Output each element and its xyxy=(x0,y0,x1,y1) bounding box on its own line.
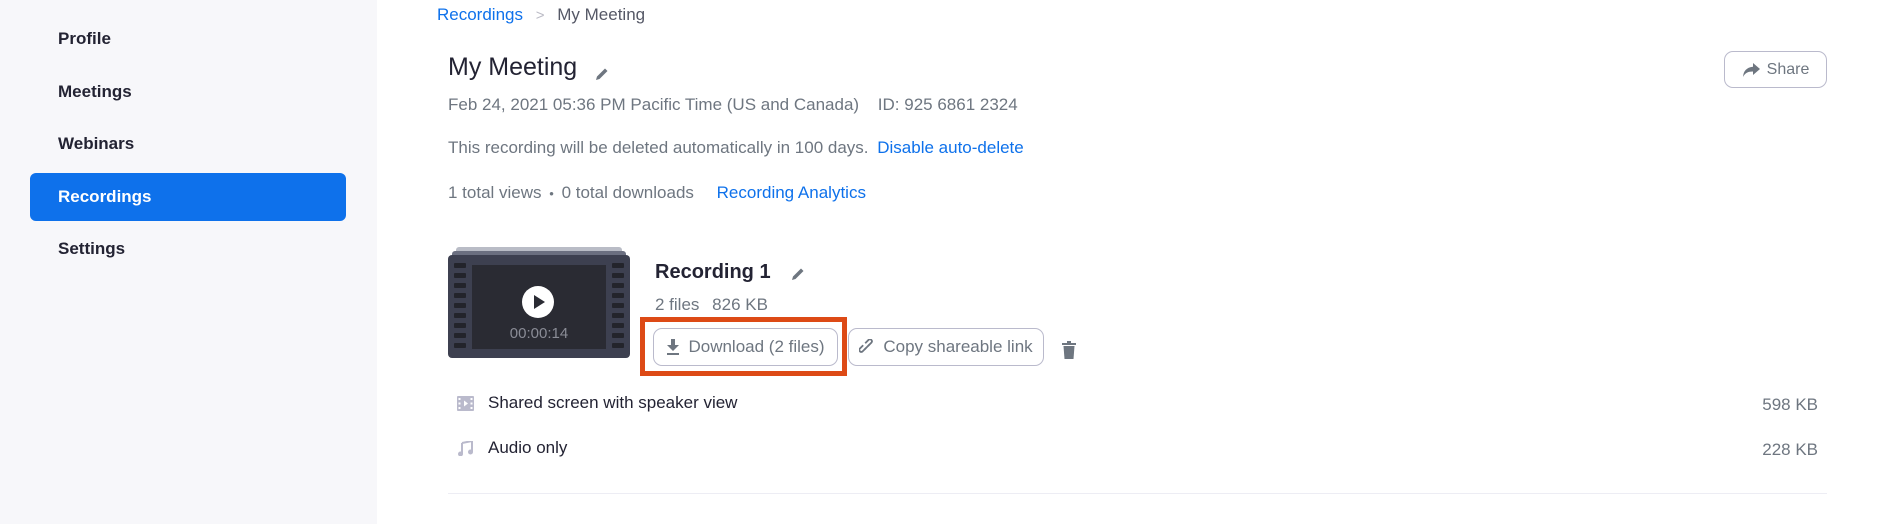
recording-file-count: 2 files xyxy=(655,295,700,314)
stats-bullet: • xyxy=(549,186,554,201)
share-icon xyxy=(1742,62,1760,77)
auto-delete-notice: This recording will be deleted automatic… xyxy=(448,138,1024,158)
sidebar: Profile Meetings Webinars Recordings Set… xyxy=(0,0,377,524)
sidebar-item-recordings[interactable]: Recordings xyxy=(30,173,346,221)
copy-link-label: Copy shareable link xyxy=(883,337,1033,356)
meeting-datetime: Feb 24, 2021 05:36 PM Pacific Time (US a… xyxy=(448,95,860,114)
sidebar-item-settings[interactable]: Settings xyxy=(30,225,346,273)
recording-title: Recording 1 xyxy=(655,261,771,283)
divider xyxy=(448,493,1827,494)
downloads-count: 0 total downloads xyxy=(561,183,694,202)
meeting-meta: Feb 24, 2021 05:36 PM Pacific Time (US a… xyxy=(448,95,1018,115)
file-name[interactable]: Shared screen with speaker view xyxy=(488,393,737,413)
meeting-id: ID: 925 6861 2324 xyxy=(877,95,1018,114)
recording-thumbnail[interactable]: 00:00:14 xyxy=(448,247,630,358)
auto-delete-text: This recording will be deleted automatic… xyxy=(448,138,869,157)
breadcrumb-current: My Meeting xyxy=(557,5,646,24)
file-row[interactable]: Audio only 228 KB xyxy=(457,434,1827,464)
breadcrumb: Recordings > My Meeting xyxy=(437,5,645,25)
breadcrumb-separator: > xyxy=(535,7,545,24)
edit-recording-title-icon[interactable] xyxy=(790,265,806,281)
page-title: My Meeting xyxy=(448,53,578,81)
page-title-row: My Meeting xyxy=(448,53,610,82)
share-label: Share xyxy=(1766,60,1810,78)
delete-trash-icon[interactable] xyxy=(1062,341,1076,359)
recording-stats: 1 total views • 0 total downloads Record… xyxy=(448,183,866,203)
audio-file-icon xyxy=(458,441,473,456)
download-icon xyxy=(667,339,680,355)
file-row[interactable]: Shared screen with speaker view 598 KB xyxy=(457,389,1827,419)
sidebar-item-meetings[interactable]: Meetings xyxy=(30,68,346,116)
recording-title-row: Recording 1 xyxy=(655,261,806,284)
share-button[interactable]: Share xyxy=(1724,51,1827,88)
edit-title-icon[interactable] xyxy=(594,60,610,81)
file-size: 598 KB xyxy=(1762,395,1818,414)
file-name[interactable]: Audio only xyxy=(488,438,567,458)
recording-analytics-link[interactable]: Recording Analytics xyxy=(717,183,866,202)
recording-summary: 2 files 826 KB xyxy=(655,295,768,315)
copy-shareable-link-button[interactable]: Copy shareable link xyxy=(848,328,1044,366)
recording-duration: 00:00:14 xyxy=(509,325,569,342)
recording-total-size: 826 KB xyxy=(712,295,768,314)
breadcrumb-recordings-link[interactable]: Recordings xyxy=(437,5,523,24)
play-icon[interactable] xyxy=(521,285,555,319)
views-count: 1 total views xyxy=(448,183,542,202)
main-content: Recordings > My Meeting My Meeting Feb 2… xyxy=(377,0,1893,524)
download-label: Download (2 files) xyxy=(688,337,825,356)
sidebar-item-profile[interactable]: Profile xyxy=(30,15,346,63)
disable-auto-delete-link[interactable]: Disable auto-delete xyxy=(877,138,1023,157)
video-file-icon xyxy=(457,396,474,411)
file-size: 228 KB xyxy=(1762,440,1818,459)
sidebar-item-webinars[interactable]: Webinars xyxy=(30,120,346,168)
link-icon xyxy=(859,339,874,353)
download-button[interactable]: Download (2 files) xyxy=(653,328,838,366)
